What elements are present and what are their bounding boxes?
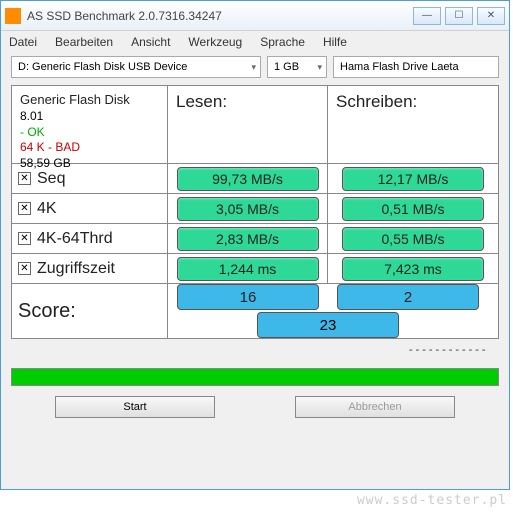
watermark: www.ssd-tester.pl xyxy=(357,493,507,508)
access-label: Zugriffszeit xyxy=(37,260,115,278)
menu-view[interactable]: Ansicht xyxy=(131,35,170,49)
seq-write-cell: 12,17 MB/s xyxy=(328,164,498,193)
status-ok: - OK xyxy=(20,125,45,141)
4k64-write-value: 0,55 MB/s xyxy=(342,227,484,251)
access-write-value: 7,423 ms xyxy=(342,257,484,281)
progress-bar xyxy=(11,368,499,386)
app-window: AS SSD Benchmark 2.0.7316.34247 ― ☐ ✕ Da… xyxy=(0,0,510,490)
4k-label: 4K xyxy=(37,200,57,218)
4k64-read-value: 2,83 MB/s xyxy=(177,227,319,251)
header-row: Generic Flash Disk 8.01 - OK 64 K - BAD … xyxy=(12,86,498,164)
read-header-cell: Lesen: xyxy=(168,86,328,163)
row-4k64: ✕ 4K-64Thrd 2,83 MB/s 0,55 MB/s xyxy=(12,224,498,254)
device-info-cell: Generic Flash Disk 8.01 - OK 64 K - BAD … xyxy=(12,86,168,163)
score-values-cell: 16 2 23 xyxy=(168,284,488,338)
write-header: Schreiben: xyxy=(336,92,417,112)
drive-name-value: Hama Flash Drive Laeta xyxy=(340,61,459,73)
seq-label-cell: ✕ Seq xyxy=(12,164,168,193)
results-area: Generic Flash Disk 8.01 - OK 64 K - BAD … xyxy=(1,81,509,364)
read-header: Lesen: xyxy=(176,92,227,112)
window-controls: ― ☐ ✕ xyxy=(413,7,505,25)
score-label: Score: xyxy=(18,300,76,323)
write-header-cell: Schreiben: xyxy=(328,86,498,163)
score-write: 2 xyxy=(337,284,479,310)
button-row: Start Abbrechen xyxy=(1,394,509,424)
4k-write-cell: 0,51 MB/s xyxy=(328,194,498,223)
score-read: 16 xyxy=(177,284,319,310)
menu-help[interactable]: Hilfe xyxy=(323,35,347,49)
app-icon xyxy=(5,8,21,24)
dashes-indicator: ------------ xyxy=(11,339,499,360)
start-button[interactable]: Start xyxy=(55,396,215,418)
size-select[interactable]: 1 GB xyxy=(267,56,327,78)
seq-label: Seq xyxy=(37,170,65,188)
device-name: Generic Flash Disk xyxy=(20,92,130,107)
device-select[interactable]: D: Generic Flash Disk USB Device xyxy=(11,56,261,78)
access-read-value: 1,244 ms xyxy=(177,257,319,281)
menu-language[interactable]: Sprache xyxy=(260,35,305,49)
4k-read-cell: 3,05 MB/s xyxy=(168,194,328,223)
status-bad: 64 K - BAD xyxy=(20,140,80,156)
seq-read-value: 99,73 MB/s xyxy=(177,167,319,191)
seq-read-cell: 99,73 MB/s xyxy=(168,164,328,193)
4k64-checkbox[interactable]: ✕ xyxy=(18,232,31,245)
menu-edit[interactable]: Bearbeiten xyxy=(55,35,113,49)
results-grid: Generic Flash Disk 8.01 - OK 64 K - BAD … xyxy=(11,85,499,339)
access-checkbox[interactable]: ✕ xyxy=(18,262,31,275)
device-version: 8.01 xyxy=(20,109,43,125)
maximize-button[interactable]: ☐ xyxy=(445,7,473,25)
score-total: 23 xyxy=(257,312,399,338)
seq-checkbox[interactable]: ✕ xyxy=(18,172,31,185)
4k64-label-cell: ✕ 4K-64Thrd xyxy=(12,224,168,253)
close-button[interactable]: ✕ xyxy=(477,7,505,25)
4k64-label: 4K-64Thrd xyxy=(37,230,113,248)
4k-read-value: 3,05 MB/s xyxy=(177,197,319,221)
row-4k: ✕ 4K 3,05 MB/s 0,51 MB/s xyxy=(12,194,498,224)
seq-write-value: 12,17 MB/s xyxy=(342,167,484,191)
menu-file[interactable]: Datei xyxy=(9,35,37,49)
access-label-cell: ✕ Zugriffszeit xyxy=(12,254,168,283)
device-select-value: D: Generic Flash Disk USB Device xyxy=(18,61,187,73)
access-write-cell: 7,423 ms xyxy=(328,254,498,283)
abort-button[interactable]: Abbrechen xyxy=(295,396,455,418)
score-label-cell: Score: xyxy=(12,284,168,338)
titlebar: AS SSD Benchmark 2.0.7316.34247 ― ☐ ✕ xyxy=(1,1,509,31)
window-title: AS SSD Benchmark 2.0.7316.34247 xyxy=(27,9,413,23)
toolbar: D: Generic Flash Disk USB Device 1 GB Ha… xyxy=(1,53,509,81)
4k64-write-cell: 0,55 MB/s xyxy=(328,224,498,253)
row-score: Score: 16 2 23 xyxy=(12,284,498,338)
size-select-value: 1 GB xyxy=(274,61,299,73)
drive-name-input[interactable]: Hama Flash Drive Laeta xyxy=(333,56,499,78)
4k64-read-cell: 2,83 MB/s xyxy=(168,224,328,253)
4k-write-value: 0,51 MB/s xyxy=(342,197,484,221)
menubar: Datei Bearbeiten Ansicht Werkzeug Sprach… xyxy=(1,31,509,53)
4k-label-cell: ✕ 4K xyxy=(12,194,168,223)
access-read-cell: 1,244 ms xyxy=(168,254,328,283)
menu-tool[interactable]: Werkzeug xyxy=(188,35,242,49)
row-seq: ✕ Seq 99,73 MB/s 12,17 MB/s xyxy=(12,164,498,194)
minimize-button[interactable]: ― xyxy=(413,7,441,25)
row-access: ✕ Zugriffszeit 1,244 ms 7,423 ms xyxy=(12,254,498,284)
4k-checkbox[interactable]: ✕ xyxy=(18,202,31,215)
